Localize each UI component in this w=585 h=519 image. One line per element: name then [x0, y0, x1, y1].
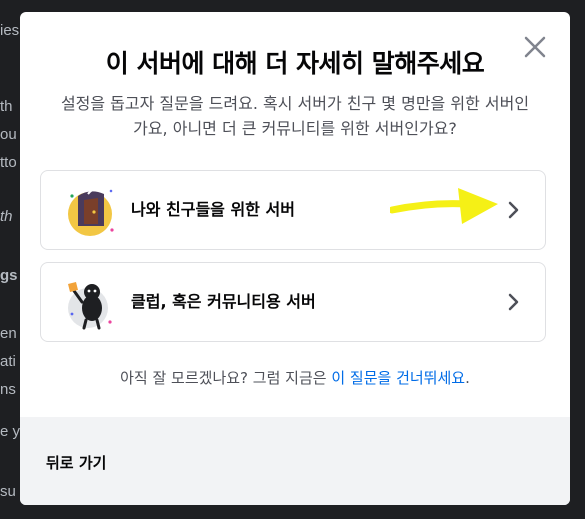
background-text-8: ati	[0, 353, 16, 370]
option-community-label: 클럽, 혹은 커뮤니티용 서버	[131, 292, 316, 311]
background-text-5: th	[0, 208, 13, 225]
modal-title: 이 서버에 대해 더 자세히 말해주세요	[105, 49, 485, 78]
skip-prefix: 아직 잘 모르겠나요? 그럼 지금은	[120, 369, 332, 387]
background-text-6: gs	[0, 267, 18, 284]
door-illustration-icon	[68, 187, 114, 236]
background-text-4: tto	[0, 154, 17, 171]
server-info-modal: 이 서버에 대해 더 자세히 말해주세요 설정을 돕고자 질문을 드려요. 혹시…	[20, 12, 570, 505]
background-text-7: en	[0, 325, 17, 342]
chevron-right-icon	[508, 201, 519, 219]
modal-footer: 뒤로 가기	[20, 417, 570, 505]
club-illustration-icon	[68, 282, 112, 330]
background-text-11: su	[0, 483, 16, 500]
chevron-right-icon	[508, 293, 519, 311]
annotation-arrow-icon	[390, 188, 498, 224]
background-text-1: ies	[0, 22, 20, 39]
option-friends-label: 나와 친구들을 위한 서버	[131, 200, 295, 219]
back-button[interactable]: 뒤로 가기	[46, 452, 106, 473]
modal-subtitle: 설정을 돕고자 질문을 드려요. 혹시 서버가 친구 몇 명만을 위한 서버인가…	[60, 94, 530, 138]
background-text-9: ns	[0, 381, 16, 398]
background-text-3: ou	[0, 126, 17, 143]
background-text-10: e y	[0, 423, 21, 440]
background-text-2: th	[0, 98, 13, 115]
skip-suffix: .	[465, 369, 470, 387]
skip-question-text: 아직 잘 모르겠나요? 그럼 지금은 이 질문을 건너뛰세요.	[20, 367, 570, 388]
skip-question-link[interactable]: 이 질문을 건너뛰세요	[331, 369, 465, 387]
option-community-server[interactable]: 클럽, 혹은 커뮤니티용 서버	[40, 262, 546, 342]
